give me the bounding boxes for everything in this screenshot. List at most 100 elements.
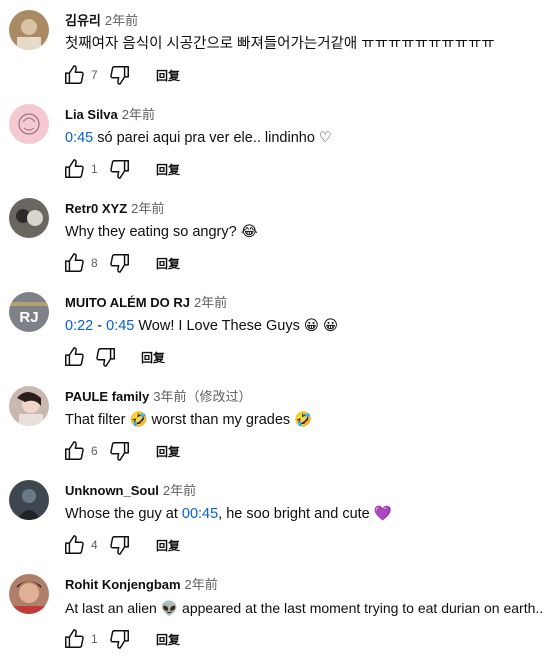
comment-body: Wow! I Love These Guys 😀 😀 [134,318,339,334]
thumbs-up-icon [65,535,84,554]
comment-header: Unknown_Soul 2年前 [65,483,196,499]
comment-text: 첫째여자 음식이 시공간으로 빠져들어가는거같애 ㅠㅠㅠㅠㅠㅠㅠㅠㅠㅠ [65,36,495,52]
comment-item: 김유리 2年前 첫째여자 음식이 시공간으로 빠져들어가는거같애 ㅠㅠㅠㅠㅠㅠㅠㅠ… [0,10,547,104]
comment-actions: 1 回复 [63,158,263,182]
timestamp-link[interactable]: 0:22 [65,318,93,334]
thumbs-down-icon [110,254,129,273]
like-count: 1 [91,632,98,646]
comment-item: Unknown_Soul 2年前 Whose the guy at 00:45, … [0,480,547,574]
comment-item: Retr0 XYZ 2年前 Why they eating so angry? 😂… [0,198,547,292]
thumbs-down-icon [110,442,129,461]
timestamp-link[interactable]: 0:45 [65,130,93,146]
svg-text:RJ: RJ [19,309,38,326]
like-button[interactable] [63,158,85,180]
thumbs-up-icon [65,65,84,84]
comment-time[interactable]: 2年前 [105,13,138,28]
comment-body: Whose the guy at [65,506,182,522]
dislike-button[interactable] [109,64,131,86]
like-button[interactable] [63,64,85,86]
dislike-button[interactable] [109,534,131,556]
reply-button[interactable]: 回复 [156,443,180,460]
dislike-button[interactable] [109,440,131,462]
comment-header: 김유리 2年前 [65,13,138,29]
dislike-button[interactable] [109,252,131,274]
avatar[interactable] [9,574,49,614]
comment-actions: 1 回复 [63,628,263,652]
author-name[interactable]: 김유리 [65,13,101,28]
thumbs-down-icon [110,536,129,555]
like-count: 1 [91,162,98,176]
thumbs-up-icon [65,441,84,460]
like-count: 4 [91,538,98,552]
comment-time[interactable]: 2年前 [131,201,164,216]
author-name[interactable]: Lia Silva [65,107,118,122]
comment-header: MUITO ALÉM DO RJ 2年前 [65,295,227,311]
comment-header: Rohit Konjengbam 2年前 [65,577,218,593]
author-name[interactable]: PAULE family [65,389,149,404]
comment-text: That filter 🤣 worst than my grades 🤣 [65,412,313,428]
avatar[interactable]: RJ [9,292,49,332]
comment-actions: 4 回复 [63,534,263,558]
comment-text: At last an alien 👽 appeared at the last … [65,600,544,616]
comment-body: , he soo bright and cute 💜 [218,506,392,522]
comment-item: Lia Silva 2年前 0:45 só parei aqui pra ver … [0,104,547,198]
timestamp-link[interactable]: 00:45 [182,506,218,522]
thumbs-down-icon [110,160,129,179]
reply-button[interactable]: 回复 [156,67,180,84]
like-count: 6 [91,444,98,458]
comment-time[interactable]: 2年前 [163,483,196,498]
thumbs-down-icon [110,630,129,649]
avatar[interactable] [9,198,49,238]
author-name[interactable]: Unknown_Soul [65,483,159,498]
dislike-button[interactable] [95,346,117,368]
reply-button[interactable]: 回复 [156,631,180,648]
reply-button[interactable]: 回复 [156,255,180,272]
avatar[interactable] [9,386,49,426]
author-name[interactable]: Retr0 XYZ [65,201,127,216]
comment-item: RJ MUITO ALÉM DO RJ 2年前 0:22 - 0:45 Wow! … [0,292,547,386]
comment-time[interactable]: 2年前 [122,107,155,122]
comment-actions: 8 回复 [63,252,263,276]
dislike-button[interactable] [109,628,131,650]
thumbs-up-icon [65,159,84,178]
author-name[interactable]: MUITO ALÉM DO RJ [65,295,190,310]
comment-actions: 7 回复 [63,64,263,88]
reply-button[interactable]: 回复 [156,537,180,554]
thumbs-up-icon [65,253,84,272]
comment-item: PAULE family 3年前（修改过） That filter 🤣 worst… [0,386,547,480]
like-button[interactable] [63,346,85,368]
avatar[interactable] [9,10,49,50]
comment-header: PAULE family 3年前（修改过） [65,389,252,405]
comment-time[interactable]: 3年前（修改过） [153,389,251,404]
like-count: 7 [91,68,98,82]
like-button[interactable] [63,440,85,462]
comment-actions: 6 回复 [63,440,263,464]
like-button[interactable] [63,628,85,650]
comment-time[interactable]: 2年前 [194,295,227,310]
like-button[interactable] [63,252,85,274]
author-name[interactable]: Rohit Konjengbam [65,577,181,592]
thumbs-down-icon [110,66,129,85]
dislike-button[interactable] [109,158,131,180]
comment-time[interactable]: 2年前 [185,577,218,592]
comment-text: 0:45 só parei aqui pra ver ele.. lindinh… [65,128,332,148]
thumbs-up-icon [65,629,84,648]
reply-button[interactable]: 回复 [156,161,180,178]
like-button[interactable] [63,534,85,556]
comment-text: 0:22 - 0:45 Wow! I Love These Guys 😀 😀 [65,316,338,336]
comment-text: Why they eating so angry? 😂 [65,224,258,240]
comment-body: só parei aqui pra ver ele.. lindinho ♡ [93,130,332,146]
reply-button[interactable]: 回复 [141,349,165,366]
thumbs-up-icon [65,347,84,366]
thumbs-down-icon [96,348,115,367]
comment-actions: 回复 [63,346,263,370]
timestamp-separator: - [93,318,107,334]
timestamp-link[interactable]: 0:45 [106,318,134,334]
avatar[interactable] [9,480,49,520]
like-count: 8 [91,256,98,270]
comment-header: Retr0 XYZ 2年前 [65,201,164,217]
comment-text: Whose the guy at 00:45, he soo bright an… [65,504,392,524]
avatar[interactable] [9,104,49,144]
comment-header: Lia Silva 2年前 [65,107,155,123]
comment-item: Rohit Konjengbam 2年前 At last an alien 👽 a… [0,574,547,668]
